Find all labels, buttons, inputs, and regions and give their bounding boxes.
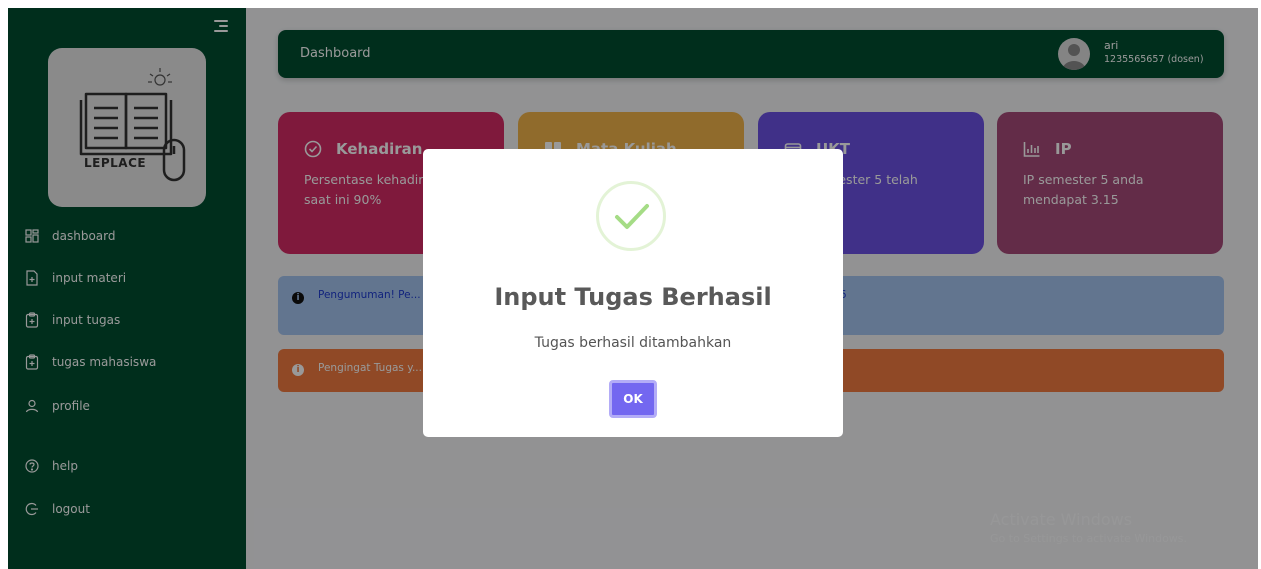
app-frame: LEPLACE dashboard input materi input tug… bbox=[8, 8, 1258, 569]
ok-button[interactable]: OK bbox=[609, 380, 657, 418]
success-check-icon bbox=[596, 181, 666, 251]
dialog-title: Input Tugas Berhasil bbox=[494, 283, 772, 311]
success-dialog: Input Tugas Berhasil Tugas berhasil dita… bbox=[423, 149, 843, 437]
dialog-message: Tugas berhasil ditambahkan bbox=[534, 335, 732, 351]
